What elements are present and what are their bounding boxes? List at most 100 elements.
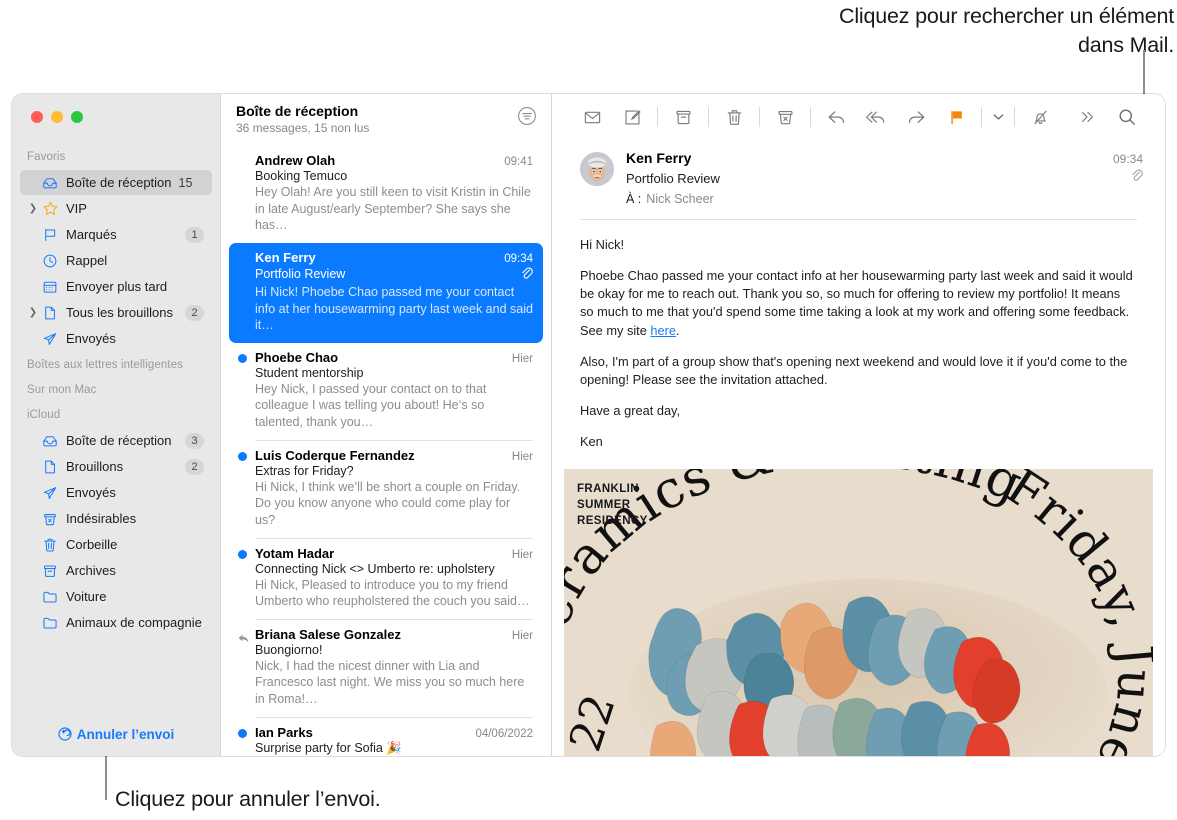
message-date: 04/06/2022 [475, 727, 533, 740]
message-subject: Extras for Friday? [255, 463, 354, 478]
minimize-button[interactable] [51, 111, 63, 123]
callout-search-text: Cliquez pour rechercher un élément dans … [839, 4, 1174, 57]
sidebar-item-label: VIP [66, 201, 87, 216]
chevron-down-icon[interactable] [987, 101, 1009, 133]
message-subject: Surprise party for Sofia 🎉 [255, 740, 402, 755]
attachment-poster[interactable]: FRANKLIN SUMMER RESIDENCY mics g Friday,… [564, 469, 1153, 756]
message-row[interactable]: Luis Coderque Fernandez Hier Extras for Fr… [229, 441, 543, 538]
sidebar-item-tous-les-brouillons[interactable]: ❯ Tous les brouillons 2 [20, 300, 212, 325]
flag-icon[interactable] [936, 101, 976, 133]
message-list-header: Boîte de réception 36 messages, 15 non l… [221, 94, 551, 146]
message-sender: Briana Salese Gonzalez [255, 626, 401, 642]
body-p1-tail: . [676, 322, 680, 338]
message-sender: Yotam Hadar [255, 545, 335, 561]
calendar-icon [40, 279, 60, 295]
reply-all-icon[interactable] [856, 101, 896, 133]
sidebar-item-badge: 3 [185, 432, 204, 449]
sidebar-item-label: Archives [66, 563, 116, 578]
sidebar-item-bo-te-de-r-ception[interactable]: Boîte de réception 15 [20, 170, 212, 195]
mailbox-message-count: 36 messages, 15 non lus [236, 121, 370, 135]
forward-icon[interactable] [896, 101, 936, 133]
sidebar-section-header: Favoris [27, 151, 66, 163]
chevron-right-icon[interactable]: ❯ [26, 307, 40, 318]
message-row[interactable]: Andrew Olah 09:41 Booking Temuco Hey Olah! … [229, 146, 543, 243]
poster-residency-label: FRANKLIN SUMMER RESIDENCY [577, 483, 648, 527]
sidebar-item-bo-te-de-r-ception[interactable]: Boîte de réception 3 [20, 428, 212, 453]
sidebar-item-marqu-s[interactable]: Marqués 1 [20, 222, 212, 247]
sidebar-item-count: 15 [178, 175, 193, 190]
undo-circle-icon [58, 727, 72, 741]
message-date: Hier [511, 548, 533, 561]
sidebar-item-ind-sirables[interactable]: Indésirables [20, 506, 212, 531]
sidebar-item-label: Envoyés [66, 485, 116, 500]
message-date: Hier [511, 450, 533, 463]
sidebar-item-badge: 1 [185, 226, 204, 243]
message-preview: Hey Olah! Are you still keen to visit Kr… [255, 185, 531, 233]
document-icon [40, 305, 60, 321]
trash-icon[interactable] [714, 101, 754, 133]
replied-arrow-icon [238, 631, 249, 643]
trash-icon [40, 537, 60, 553]
sidebar-item-brouillons[interactable]: Brouillons 2 [20, 454, 212, 479]
toolbar-divider [810, 107, 811, 127]
sidebar-item-envoy-s[interactable]: Envoyés [20, 480, 212, 505]
undo-send-button[interactable]: Annuler l’envoi [12, 712, 220, 756]
mailbox-list[interactable]: Favoris Boîte de réception 15 ❯ VIP Marqués 1 R… [12, 140, 220, 712]
sidebar-item-envoyer-plus-tard[interactable]: Envoyer plus tard [20, 274, 212, 299]
message-toolbar [552, 94, 1165, 140]
message-subject: Buongiorno! [255, 642, 323, 657]
more-icon[interactable] [1067, 101, 1107, 133]
close-button[interactable] [31, 111, 43, 123]
inbox-icon [40, 175, 60, 191]
message-subject: Connecting Nick <> Umberto re: upholster… [255, 561, 495, 576]
unread-dot-icon [238, 549, 247, 559]
unread-dot-icon [238, 353, 247, 363]
unread-dot-icon [238, 728, 247, 738]
sidebar-item-envoy-s[interactable]: Envoyés [20, 326, 212, 351]
body-greeting: Hi Nick! [580, 237, 625, 252]
sidebar-item-label: Corbeille [66, 537, 118, 552]
message-sender: Ken Ferry [626, 150, 692, 166]
message-row[interactable]: Briana Salese Gonzalez Hier Buongiorno! Nic… [229, 620, 543, 717]
search-icon[interactable] [1107, 101, 1147, 133]
sidebar-item-corbeille[interactable]: Corbeille [20, 532, 212, 557]
message-date: Hier [511, 629, 533, 642]
message-preview: Nick, I had the nicest dinner with Lia a… [255, 658, 525, 706]
message-sender: Phoebe Chao [255, 349, 339, 365]
filter-icon[interactable] [517, 106, 537, 131]
paperclip-icon[interactable] [1130, 168, 1143, 188]
sidebar-item-label: Envoyer plus tard [66, 279, 168, 294]
message-row[interactable]: Phoebe Chao Hier Student mentorship Hey Nic… [229, 343, 543, 440]
chevron-right-icon[interactable]: ❯ [26, 203, 40, 214]
message-row[interactable]: Ken Ferry 09:34 Portfolio Review Hi Nick! P… [229, 242, 543, 343]
message-rows[interactable]: Andrew Olah 09:41 Booking Temuco Hey Olah! … [221, 146, 551, 756]
poster-artwork: Ceramics & Painting Friday, June 22 [564, 469, 1153, 756]
archive-icon[interactable] [663, 101, 703, 133]
reading-pane: Ken Ferry 09:34 Portfolio Review À : Nick… [552, 94, 1165, 756]
reply-icon[interactable] [816, 101, 856, 133]
mute-icon[interactable] [1020, 101, 1060, 133]
message-time: 09:34 [1112, 152, 1143, 166]
sidebar-item-badge: 2 [185, 458, 204, 475]
sidebar-item-vip[interactable]: ❯ VIP [20, 196, 212, 221]
zoom-button[interactable] [71, 111, 83, 123]
junk-icon[interactable] [765, 101, 805, 133]
message-row[interactable]: Yotam Hadar Hier Connecting Nick <> Umbert… [229, 539, 543, 619]
site-link[interactable]: here [650, 323, 676, 338]
window-controls [12, 94, 220, 140]
message-body: Hi Nick! Phoebe Chao passed me your cont… [552, 220, 1165, 464]
sidebar-item-animaux-de-compagnie[interactable]: Animaux de compagnie [20, 610, 212, 635]
mark-unread-icon[interactable] [572, 101, 612, 133]
memoji-avatar [580, 152, 614, 186]
toolbar-divider [1014, 107, 1015, 127]
mailbox-title: Boîte de réception [236, 103, 359, 119]
sidebar-item-voiture[interactable]: Voiture [20, 584, 212, 609]
archive-icon [40, 563, 60, 579]
message-subject: Student mentorship [255, 365, 364, 380]
sidebar-item-rappel[interactable]: Rappel [20, 248, 212, 273]
sidebar-item-archives[interactable]: Archives [20, 558, 212, 583]
to-name: Nick Scheer [646, 192, 714, 206]
message-row[interactable]: Ian Parks 04/06/2022 Surprise party for So… [229, 718, 543, 756]
message-recipient: À : Nick Scheer [626, 192, 1143, 206]
compose-icon[interactable] [612, 101, 652, 133]
